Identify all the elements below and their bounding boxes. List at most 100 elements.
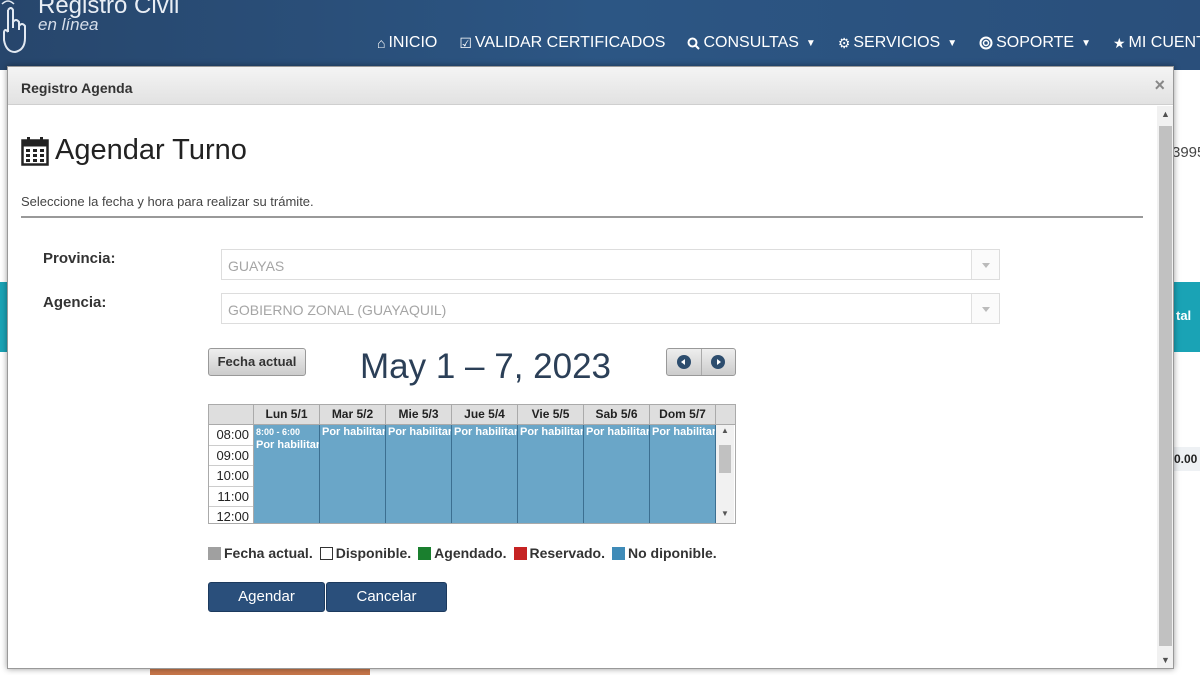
- event-label: Por habilitar: [256, 439, 320, 451]
- scroll-down-icon[interactable]: ▼: [1161, 655, 1170, 665]
- home-icon: ⌂: [377, 35, 386, 51]
- calendar-event-mar[interactable]: Por habilitar: [320, 425, 386, 523]
- checkbox-icon: ☑: [459, 34, 472, 51]
- legend-label: Disponible.: [335, 545, 412, 561]
- day-header-mar: Mar 5/2: [320, 405, 386, 424]
- close-icon[interactable]: ×: [1154, 75, 1165, 96]
- scroll-thumb[interactable]: [719, 445, 731, 473]
- legend-agendado: Agendado.: [418, 545, 507, 561]
- calendar-event-jue[interactable]: Por habilitar: [452, 425, 518, 523]
- legend-fecha-actual: Fecha actual.: [208, 545, 313, 561]
- week-calendar: Lun 5/1 Mar 5/2 Mie 5/3 Jue 5/4 Vie 5/5 …: [208, 404, 736, 524]
- nav-consultas-label: CONSULTAS: [703, 34, 799, 51]
- scroll-thumb[interactable]: [1159, 126, 1172, 646]
- time-slot-label: 10:00: [209, 466, 253, 487]
- day-header-lun: Lun 5/1: [254, 405, 320, 424]
- chevron-down-icon: ▼: [805, 37, 816, 49]
- provincia-label: Provincia:: [43, 250, 116, 267]
- lifebuoy-icon: [979, 36, 993, 50]
- nav-consultas[interactable]: CONSULTAS ▼: [687, 34, 816, 52]
- modal-scrollbar[interactable]: ▲ ▼: [1157, 106, 1173, 668]
- agencia-select[interactable]: GOBIERNO ZONAL (GUAYAQUIL): [221, 293, 1000, 324]
- agencia-label: Agencia:: [43, 294, 107, 311]
- nav-inicio[interactable]: ⌂ INICIO: [377, 34, 437, 52]
- legend-label: No diponible.: [627, 545, 717, 561]
- event-time: 8:00 - 6:00: [256, 427, 301, 437]
- nav-soporte-label: SOPORTE: [996, 34, 1075, 51]
- nav-inicio-label: INICIO: [388, 34, 438, 51]
- day-header-jue: Jue 5/4: [452, 405, 518, 424]
- chevron-down-icon[interactable]: [971, 294, 999, 323]
- time-slot-label: 11:00: [209, 487, 253, 507]
- legend-reservado: Reservado.: [513, 545, 605, 561]
- logo-subtitle: en línea: [38, 15, 99, 34]
- cancelar-button[interactable]: Cancelar: [326, 582, 447, 612]
- scroll-up-icon[interactable]: ▲: [1161, 109, 1170, 119]
- legend-label: Fecha actual.: [224, 545, 313, 561]
- nav-validar-certificados[interactable]: ☑ VALIDAR CERTIFICADOS: [459, 34, 665, 52]
- calendar-time-gutter: [209, 405, 254, 424]
- instructions-text: Seleccione la fecha y hora para realizar…: [21, 194, 314, 209]
- background-banner-fragment: [150, 668, 370, 675]
- hand-pointer-icon: [1, 0, 26, 54]
- time-slot-label: 09:00: [209, 446, 253, 466]
- background-number-fragment: 3995: [1172, 144, 1200, 161]
- day-header-dom: Dom 5/7: [650, 405, 716, 424]
- time-slot-label: 08:00: [209, 425, 253, 446]
- time-slot-label: 12:00: [209, 507, 253, 523]
- nav-validar-label: VALIDAR CERTIFICADOS: [474, 34, 666, 51]
- provincia-value: GUAYAS: [228, 258, 285, 274]
- nav-servicios[interactable]: ⚙ SERVICIOS ▼: [838, 34, 957, 52]
- event-label: Por habilitar: [652, 426, 716, 438]
- legend-swatch: [611, 546, 625, 560]
- nav-soporte[interactable]: SOPORTE ▼: [979, 34, 1091, 52]
- calendar-body: 08:00 09:00 10:00 11:00 12:00 8:00 - 6:0…: [209, 425, 735, 523]
- legend-disponible: Disponible.: [319, 545, 412, 561]
- legend-swatch: [513, 546, 527, 560]
- chevron-down-icon: ▼: [1081, 37, 1091, 49]
- calendar-legend: Fecha actual. Disponible. Agendado. Rese…: [208, 545, 717, 561]
- calendar-nav: [666, 348, 736, 376]
- next-week-button[interactable]: [700, 349, 736, 375]
- agendar-button[interactable]: Agendar: [208, 582, 325, 612]
- prev-week-button[interactable]: [667, 349, 701, 375]
- search-icon: [687, 37, 701, 50]
- arrow-right-icon: [711, 355, 726, 369]
- page-title-text: Agendar Turno: [55, 134, 247, 166]
- nav-mi-cuenta[interactable]: ★ MI CUENTA ▼: [1113, 34, 1200, 52]
- site-header: Registro Civil en línea ⌂ INICIO ☑ VALID…: [0, 0, 1200, 70]
- today-button[interactable]: Fecha actual: [208, 348, 306, 376]
- chevron-down-icon: ▼: [947, 37, 958, 49]
- calendar-header: Lun 5/1 Mar 5/2 Mie 5/3 Jue 5/4 Vie 5/5 …: [209, 405, 735, 425]
- gears-icon: ⚙: [837, 34, 851, 51]
- background-amount-fragment: 0.00: [1174, 447, 1200, 471]
- calendar-range-title: May 1 – 7, 2023: [360, 347, 611, 386]
- modal-header: Registro Agenda ×: [8, 67, 1173, 105]
- event-label: Por habilitar: [520, 426, 584, 438]
- event-label: Por habilitar: [388, 426, 452, 438]
- calendar-event-mie[interactable]: Por habilitar: [386, 425, 452, 523]
- legend-swatch: [418, 546, 432, 560]
- time-column: 08:00 09:00 10:00 11:00 12:00: [209, 425, 254, 523]
- scroll-down-icon[interactable]: ▼: [721, 509, 729, 518]
- main-nav: ⌂ INICIO ☑ VALIDAR CERTIFICADOS CONSULTA…: [377, 34, 1200, 52]
- arrow-left-icon: [676, 355, 691, 369]
- background-teal-banner: tal: [1174, 282, 1200, 352]
- scroll-up-icon[interactable]: ▲: [721, 426, 729, 435]
- calendar-event-lun[interactable]: 8:00 - 6:00 Por habilitar: [254, 425, 320, 523]
- day-header-sab: Sab 5/6: [584, 405, 650, 424]
- page-title: Agendar Turno: [21, 134, 247, 167]
- provincia-select[interactable]: GUAYAS: [221, 249, 1000, 280]
- calendar-event-sab[interactable]: Por habilitar: [584, 425, 650, 523]
- nav-servicios-label: SERVICIOS: [853, 34, 941, 51]
- calendar-event-vie[interactable]: Por habilitar: [518, 425, 584, 523]
- legend-label: Agendado.: [434, 545, 507, 561]
- legend-swatch: [319, 546, 333, 560]
- calendar-event-dom[interactable]: Por habilitar: [650, 425, 716, 523]
- legend-label: Reservado.: [529, 545, 605, 561]
- calendar-scrollbar[interactable]: ▲ ▼: [716, 425, 734, 523]
- site-logo[interactable]: Registro Civil en línea: [0, 0, 190, 62]
- chevron-down-icon[interactable]: [971, 250, 999, 279]
- event-label: Por habilitar: [322, 426, 386, 438]
- star-icon: ★: [1112, 34, 1126, 51]
